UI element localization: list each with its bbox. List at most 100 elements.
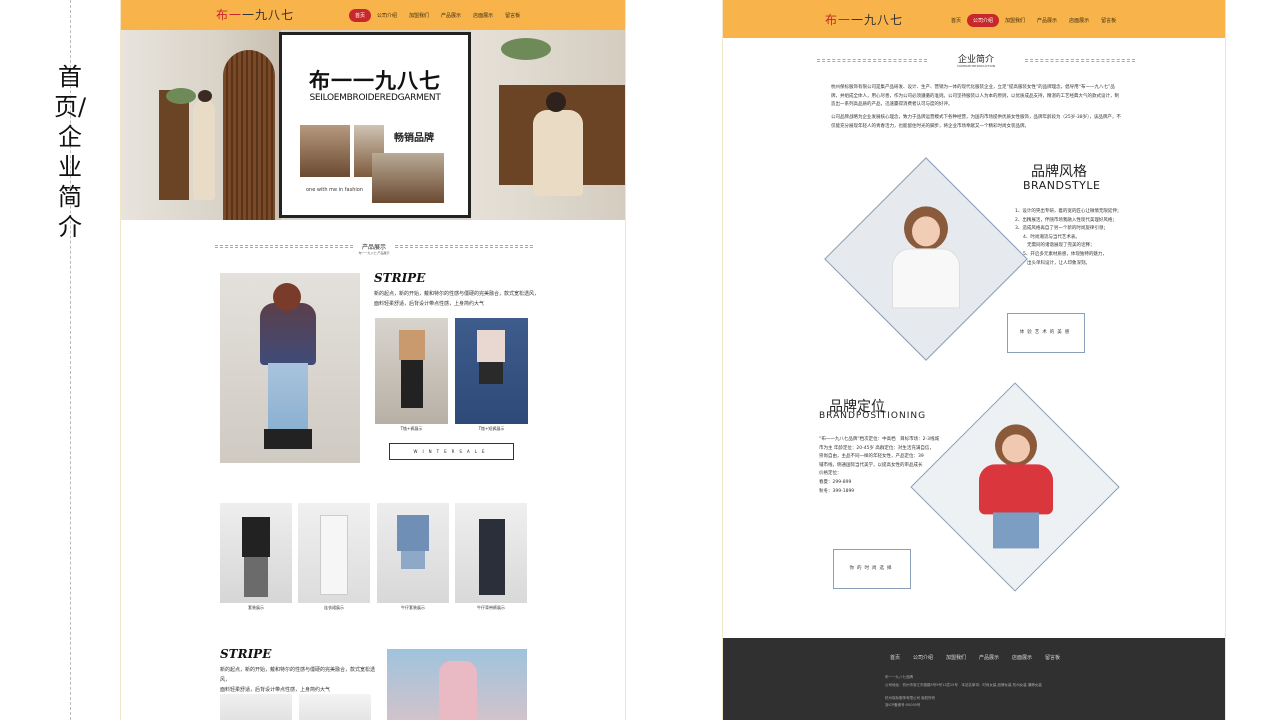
positioning-button[interactable]: 你的时尚选择 [833,549,911,589]
home-logo[interactable]: 布一一九八七 [216,6,294,23]
footer-nav-company[interactable]: 公司介绍 [913,654,933,661]
brandstyle-button[interactable]: 体验艺术的美感 [1007,313,1085,353]
hero-plant [501,38,551,60]
model-skirt [401,360,423,408]
winter-sale-button[interactable]: WINTERSALE [389,443,514,460]
about-logo[interactable]: 布一一九八七 [825,11,903,28]
nav-join[interactable]: 加盟我们 [403,9,435,22]
brandstyle-list: 1、设计的突出专研，着的宽的匠心让微情无限延伸； 2、出精展活，伴随市场我融入性… [1015,208,1127,268]
gallery-3-shorts [401,551,425,569]
model-top [399,330,425,360]
positioning-line-7: 秋冬：399-1899 [819,488,855,494]
stripe2-desc-line1: 新的起点，新的开始，戴和特尔的性感与僵硬的完美融合，款式宽松透风， [220,667,376,683]
gallery-caption-1: 套装展示 [248,605,264,610]
about-navbar: 布一一九八七 首页 公司介绍 加盟我们 产品展示 店面展示 留言板 [723,0,1225,38]
stripe-main-photo[interactable] [220,273,360,463]
positioning-title-en: BRANDPOSITIONING [819,411,927,421]
nav-products[interactable]: 产品展示 [1031,14,1063,27]
footer-nav-home[interactable]: 首页 [890,654,900,661]
stripe2-description: 新的起点，新的开始，戴和特尔的性感与僵硬的完美融合，款式宽松透风， 面料轻柔舒适… [220,665,380,695]
positioning-line-4: 铺市线，侧通国际当代美学，以提高女性的审品成长 [819,462,923,468]
nav-company[interactable]: 公司介绍 [967,14,1000,27]
nav-products[interactable]: 产品展示 [435,9,467,22]
footer-nav-guestbook[interactable]: 留言板 [1045,654,1060,661]
brandstyle-item-3: 3、造成风格再自了另一个新的时尚旋律引领； [1015,226,1108,232]
products-subtitle: 布一一九八七 产品展示 [358,251,390,255]
logo-dark-part: 一九八七 [851,13,904,27]
model-head [273,283,301,311]
positioning-line-1: “布一一九八七品牌”档次定位：中高档 目标市场：2-3线城 [819,437,940,442]
gallery-photo-2[interactable] [298,503,370,603]
gallery-caption-4: 牛仔背带裤展示 [477,605,505,610]
gallery-photo-1[interactable] [220,503,292,603]
brandstyle-title-cn: 品牌风格 [1031,164,1087,180]
hero-plant-left [166,88,196,104]
model-tshirt [477,330,505,362]
caption-tshirt-pants: T恤+裤展示 [400,426,423,431]
brandstyle-item-7: 出头单科设计，让人印象深刻。 [1027,260,1090,266]
brandstyle-item-6: 5、开启多元素材质感，体现独特的魅力， [1023,251,1107,257]
footer-nav-products[interactable]: 产品展示 [979,654,999,661]
nav-join[interactable]: 加盟我们 [999,14,1031,27]
gallery-photo-4[interactable] [455,503,527,603]
positioning-line-6: 春夏：299-899 [819,479,852,485]
footer-icp-line: 浙ICP备案号:00000号 [885,703,921,707]
about-page-mockup: 布一一九八七 首页 公司介绍 加盟我们 产品展示 店面展示 留言板 企业简介 C… [722,0,1226,720]
stripe2-heading: STRIPE [220,647,272,661]
footer-nav-stores[interactable]: 店面展示 [1012,654,1032,661]
brandstyle-item-4: 4、时尚潮流与当代艺术表。 [1023,234,1080,240]
positioning-line-3: 崇尚自由，主品不同一样的年轻女性，产品定位：39 [819,454,924,460]
stripe-heading: STRIPE [374,271,426,285]
logo-red-part: 布一 [216,8,243,22]
intro-paragraph-1: 杭州保标服饰有限公司是集产品研发、设计、生产、营销为一体的现代化服装企业，立足“… [831,85,1119,108]
stripe2-photo-2[interactable] [299,694,371,720]
gallery-3-jacket [397,515,429,551]
hero-banner: 布一一九八七 SEILOEMBROIDEREDGARMENT 畅销品牌 one … [121,30,625,220]
presentation-canvas: 首页/企业简介 布一一九八七 首页 公司介绍 加盟我们 产品展示 店面展示 留言… [0,0,1280,720]
model-denim-skirt [993,512,1039,549]
tshirt-shorts-photo[interactable] [455,318,528,424]
stripe-desc-line2: 面料轻柔舒适，后背设计带点性感，上身简约大气 [374,301,485,307]
model-pink-sweater [439,661,477,720]
gallery-1-jacket [242,517,270,557]
footer-nav-join[interactable]: 加盟我们 [946,654,966,661]
nav-home[interactable]: 首页 [349,9,372,22]
nav-company[interactable]: 公司介绍 [371,9,403,22]
hero-model-right [533,110,583,196]
nav-home[interactable]: 首页 [945,14,967,27]
model-face [1002,434,1030,463]
home-page-mockup: 布一一九八七 首页 公司介绍 加盟我们 产品展示 店面展示 留言板 布一一九八七… [120,0,626,720]
footer-address-line: 公司地址：杭州市浙江东路路5号9号11层15号 本站名单词：时尚女装 品牌女装 … [885,683,1042,687]
hero-arch-door [223,50,275,220]
model-face [912,216,940,247]
intro-divider-right [1025,59,1135,62]
brandstyle-diamond [824,157,1028,361]
nav-guestbook[interactable]: 留言板 [1095,14,1122,27]
stripe2-large-photo[interactable] [387,649,527,720]
intro-divider-left [817,59,927,62]
model-jeans [268,363,308,431]
model-boots [264,429,312,449]
vertical-title: 首页/企业简介 [54,63,87,241]
nav-stores[interactable]: 店面展示 [1063,14,1095,27]
gallery-photo-3[interactable] [377,503,449,603]
products-title: 产品展示 [361,244,386,251]
stripe-description: 新的起点，新的开始，戴和特尔的性感与僵硬的完美融合，款式宽松透风， 面料轻柔舒适… [374,289,624,309]
logo-dark-part: 一九八七 [242,8,295,22]
positioning-line-2: 市为主 年龄定位：20-45岁 高群定位：对生活充满自信， [819,445,934,451]
gallery-caption-3: 牛仔套装展示 [401,605,425,610]
gallery-4-overalls [479,519,505,595]
model-sweater [260,303,316,365]
footer-copyright-line: 杭州保标服饰有限公司 版权所有 [885,696,936,700]
stripe2-photo-1[interactable] [220,694,292,720]
hero-furniture [159,90,189,200]
nav-guestbook[interactable]: 留言板 [499,9,526,22]
hero-brand-english: SEILOEMBROIDEREDGARMENT [309,93,441,103]
hero-tagline: 畅销品牌 [394,133,434,144]
brandstyle-item-2: 2、出精展活，伴随市场我融入性现代美理好风格； [1015,217,1117,223]
tshirt-pants-photo[interactable] [375,318,448,424]
nav-stores[interactable]: 店面展示 [467,9,499,22]
stripe-desc-line1: 新的起点，新的开始，戴和特尔的性感与僵硬的完美融合，款式宽松透风， [374,291,540,297]
brandstyle-item-5: 无需同的诸谐展现了完美的诠释； [1027,243,1095,249]
home-nav: 首页 公司介绍 加盟我们 产品展示 店面展示 留言板 [349,9,526,22]
